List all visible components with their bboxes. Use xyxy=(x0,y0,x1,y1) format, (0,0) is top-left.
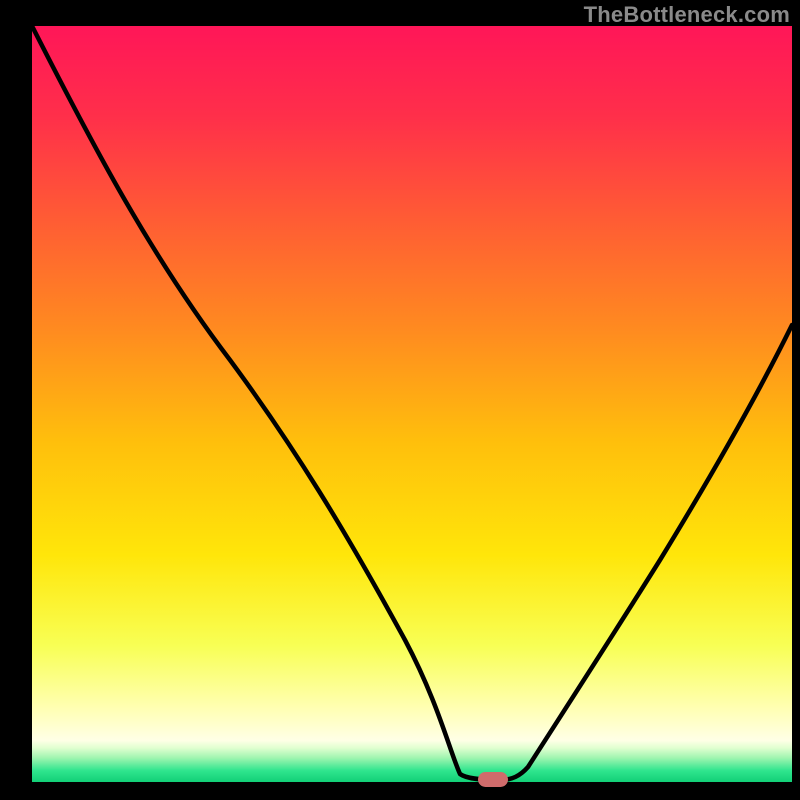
target-marker xyxy=(478,772,508,787)
bottleneck-chart xyxy=(0,0,800,800)
plot-area xyxy=(32,26,792,782)
chart-container: TheBottleneck.com xyxy=(0,0,800,800)
watermark-text: TheBottleneck.com xyxy=(584,2,790,28)
